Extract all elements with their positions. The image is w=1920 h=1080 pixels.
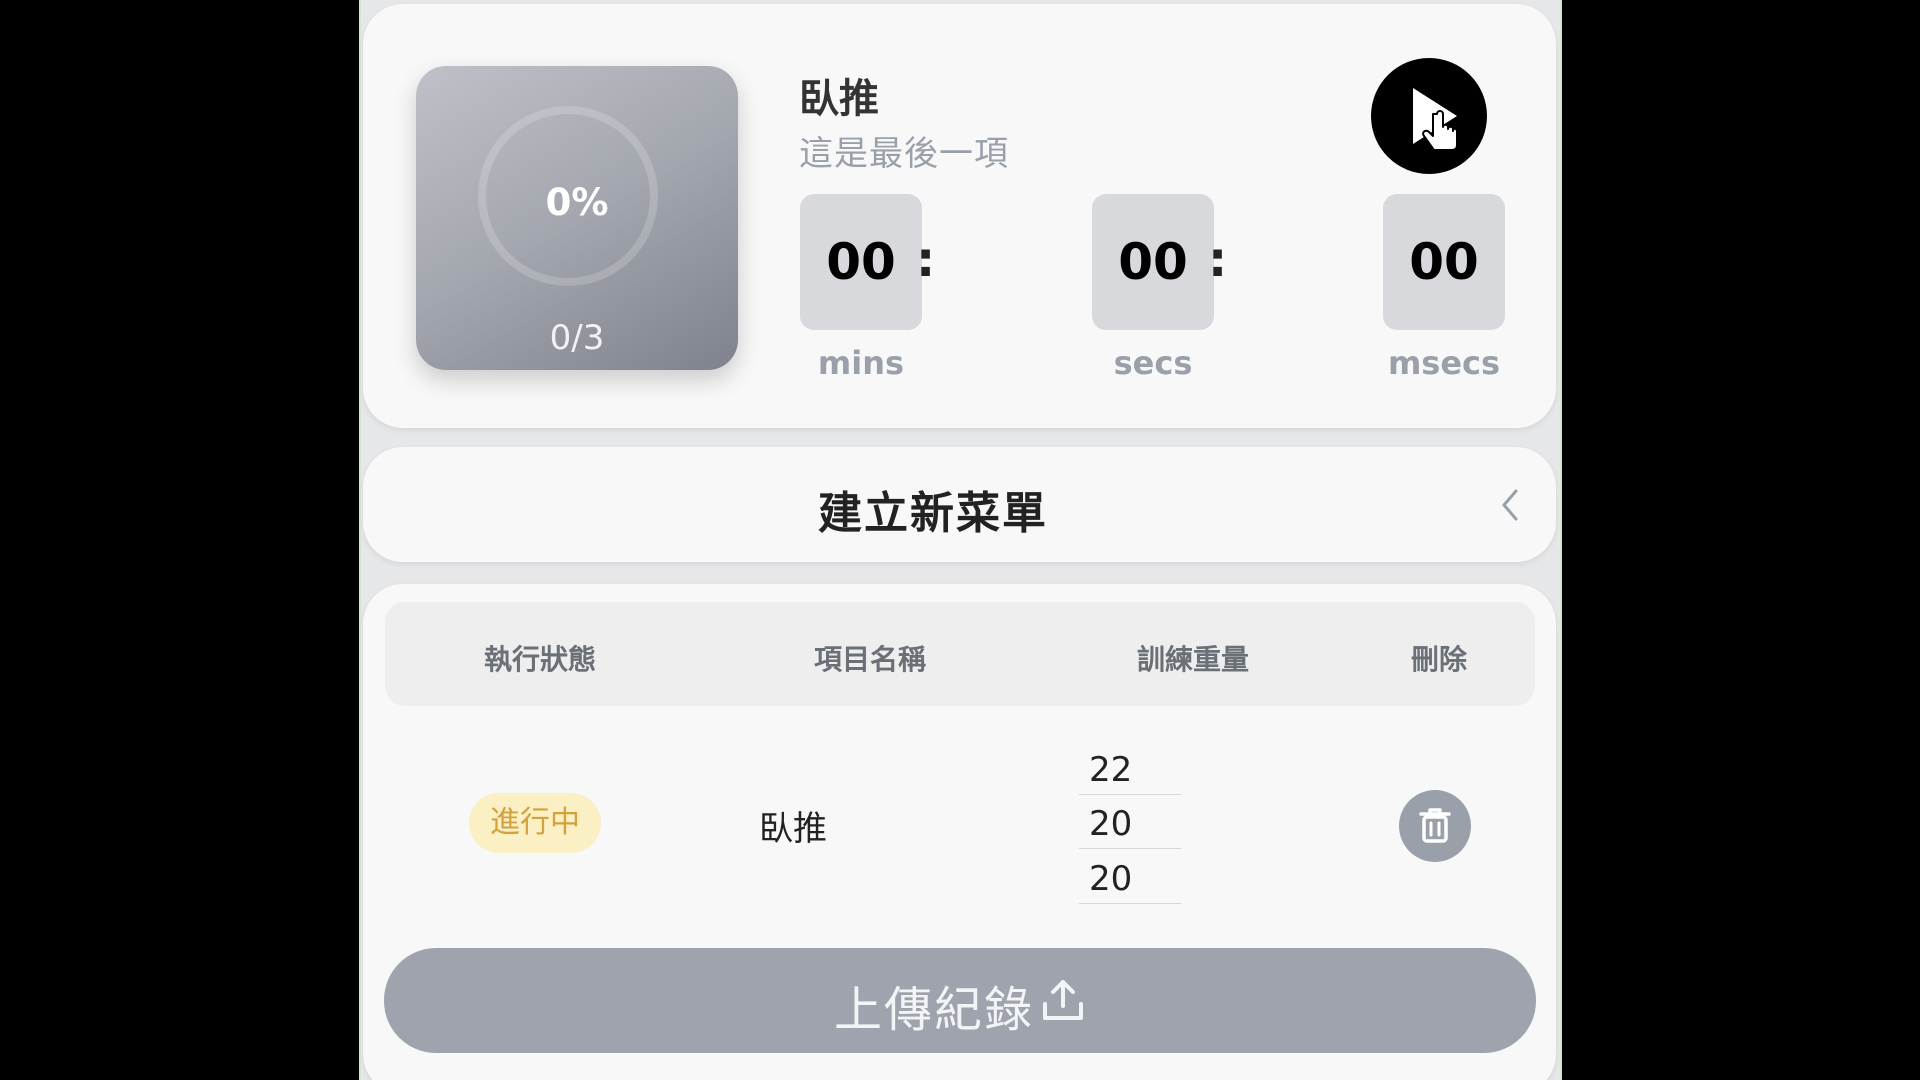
seconds-label: secs [1113,344,1193,382]
table-header: 執行狀態 項目名稱 訓練重量 刪除 [385,602,1535,706]
weight-input-set-2[interactable] [1079,799,1181,849]
chevron-left-icon[interactable] [1494,485,1526,525]
milliseconds-label: msecs [1387,344,1501,382]
minutes-display: 00 [800,194,922,330]
seconds-display: 00 [1092,194,1214,330]
upload-record-label: 上傳紀錄 [834,982,1035,1038]
timer-card: 0% 0/3 臥推 這是最後一項 00 : 00 : 00 mins secs … [363,4,1556,428]
header-weight: 訓練重量 [1136,643,1249,676]
status-badge: 進行中 [469,793,601,853]
item-name: 臥推 [759,809,827,849]
progress-percent: 0% [545,181,609,224]
progress-tile: 0% 0/3 [416,66,738,370]
play-button[interactable] [1371,58,1487,174]
exercise-list-card: 執行狀態 項目名稱 訓練重量 刪除 進行中 臥推 上傳紀錄 [363,584,1556,1080]
play-icon [1413,88,1458,151]
app-container: 0% 0/3 臥推 這是最後一項 00 : 00 : 00 mins secs … [359,0,1562,1080]
create-menu-title: 建立新菜單 [818,488,1048,539]
minutes-label: mins [817,344,905,382]
exercise-title: 臥推 [799,76,879,122]
weight-input-set-3[interactable] [1079,854,1181,904]
upload-icon [1043,980,1083,1020]
time-separator: : [916,232,936,288]
exercise-note: 這是最後一項 [799,134,1009,174]
header-name: 項目名稱 [813,643,926,676]
weight-input-set-1[interactable] [1079,745,1181,795]
header-delete: 刪除 [1410,643,1467,676]
delete-button[interactable] [1399,790,1471,862]
header-status: 執行狀態 [483,643,596,676]
progress-count: 0/3 [549,318,605,358]
milliseconds-display: 00 [1383,194,1505,330]
create-menu-card[interactable]: 建立新菜單 [363,447,1556,562]
time-separator: : [1208,232,1228,288]
trash-icon [1419,808,1451,843]
upload-record-button[interactable]: 上傳紀錄 [384,948,1536,1053]
